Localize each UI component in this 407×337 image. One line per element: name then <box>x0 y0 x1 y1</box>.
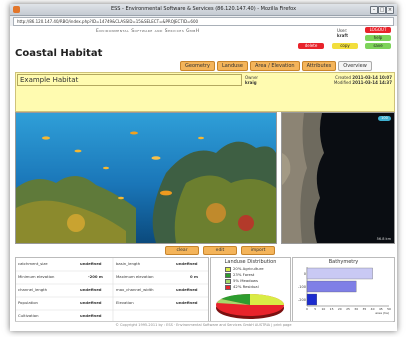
map-zoom-button[interactable]: 100 <box>378 116 391 121</box>
legend-agriculture: 20% Agriculture <box>225 266 264 272</box>
bathymetry-panel: Bathymetry 0 -100 -200 0 5 10 15 20 25 30 35 40 45 50… <box>292 257 395 322</box>
tab-attributes[interactable]: Attributes <box>301 61 337 71</box>
habitat-name-field[interactable]: Example Habitat <box>17 74 242 86</box>
maximize-icon[interactable]: □ <box>378 6 386 14</box>
stat-value: 0 m <box>190 274 198 279</box>
stat-value: undefined <box>80 300 102 305</box>
owner-value: kraig <box>245 80 257 85</box>
stat-value: undefined <box>80 261 102 266</box>
bar <box>306 267 373 280</box>
stat-key: channel_length <box>18 287 48 292</box>
url-field[interactable]: http://86.120.147.40/RBO/index.php?ID=14… <box>13 17 394 26</box>
stat-value: undefined <box>80 313 102 318</box>
user-name: kraft <box>337 33 348 38</box>
footer-text: © Copyright 1995-2011 by : ESS · Environ… <box>115 323 292 327</box>
x-tick-label: 0 <box>306 307 308 311</box>
page-title: Coastal Habitat <box>15 48 103 59</box>
satellite-map[interactable]: 100 56.8 km <box>281 112 395 244</box>
stat-key: catchment_size <box>18 261 48 266</box>
x-tick-label: 20 <box>338 307 342 311</box>
x-tick-label: 30 <box>354 307 358 311</box>
legend-forest: 23% Forest <box>225 272 254 278</box>
bar <box>306 293 317 306</box>
x-tick-label: 5 <box>314 307 316 311</box>
landuse-panel: Landuse Distribution 20% Agriculture 23%… <box>210 257 291 322</box>
swatch-icon <box>225 278 231 284</box>
delete-button[interactable]: delete <box>298 43 324 49</box>
legend-label: 5% Meadows <box>233 278 258 283</box>
map-scale: 56.8 km <box>376 237 391 241</box>
stat-value: undefined <box>176 300 198 305</box>
stat-value: -200 m <box>88 274 103 279</box>
y-tick-label: -100 <box>298 285 306 289</box>
action-buttons: clear edit import <box>165 246 275 255</box>
legend-label: 23% Forest <box>233 272 255 277</box>
y-tick-label: 0 <box>304 272 306 276</box>
legend-label: 20% Agriculture <box>233 266 264 271</box>
habitat-photo <box>15 112 277 244</box>
save-button[interactable]: save <box>365 43 391 49</box>
brand-text: Environmental Software and Services GmbH <box>96 29 200 34</box>
modified-label: Modified <box>333 80 351 85</box>
clear-button[interactable]: clear <box>165 246 199 255</box>
browser-window: ESS - Environmental Software & Services … <box>10 4 397 331</box>
y-tick-label: -200 <box>298 298 306 302</box>
tab-area-elevation[interactable]: Area / Elevation <box>249 61 300 71</box>
tab-geometry[interactable]: Geometry <box>180 61 215 71</box>
window-title: ESS - Environmental Software & Services … <box>110 6 297 12</box>
legend-label: 42% Residual <box>233 284 259 289</box>
owner-info: Owner kraig <box>245 75 258 85</box>
stat-value: undefined <box>176 261 198 266</box>
x-tick-label: 10 <box>321 307 325 311</box>
stat-key: Maximum elevation <box>116 274 154 279</box>
swatch-icon <box>225 272 231 278</box>
x-axis-label: area (ha) <box>375 311 389 315</box>
close-icon[interactable]: × <box>386 6 394 14</box>
bar <box>306 280 357 293</box>
edit-button[interactable]: edit <box>203 246 237 255</box>
tab-bar: Geometry Landuse Area / Elevation Attrib… <box>180 61 372 71</box>
user-box: User: kraft <box>337 28 348 38</box>
swatch-icon <box>225 284 231 290</box>
landuse-pie <box>216 293 284 319</box>
minimize-icon[interactable]: – <box>370 6 378 14</box>
tab-landuse[interactable]: Landuse <box>216 61 248 71</box>
map-image <box>282 113 394 243</box>
page: Environmental Software and Services GmbH… <box>10 26 397 331</box>
stat-key: Elevation <box>116 300 134 305</box>
habitat-header: Example Habitat Owner kraig Created 2011… <box>15 72 395 112</box>
x-tick-label: 35 <box>362 307 366 311</box>
import-button[interactable]: import <box>241 246 275 255</box>
attributes-table: catchment_size undefined basin_length un… <box>15 257 209 322</box>
legend-residual: 42% Residual <box>225 284 259 290</box>
x-tick-label: 40 <box>371 307 375 311</box>
x-tick-label: 25 <box>346 307 350 311</box>
stat-key: basin_length <box>116 261 141 266</box>
stat-key: Cultivation <box>18 313 39 318</box>
stat-value: undefined <box>80 287 102 292</box>
x-tick-label: 15 <box>330 307 334 311</box>
stat-key: Population <box>18 300 38 305</box>
copy-button[interactable]: copy <box>332 43 358 49</box>
title-bar: ESS - Environmental Software & Services … <box>10 4 397 16</box>
help-button[interactable]: help <box>365 35 391 41</box>
stat-value: undefined <box>176 287 198 292</box>
legend-meadows: 5% Meadows <box>225 278 258 284</box>
footer-divider <box>15 321 393 322</box>
stat-key: max_channel_width <box>116 287 154 292</box>
bathymetry-chart: 0-100-2000 5 10 15 20 25 30 35 40 45 50area (ha) <box>298 267 391 315</box>
modified-value: 2011-03-14 14:37 <box>352 80 392 85</box>
stat-key: Minimum elevation <box>18 274 55 279</box>
landuse-title: Landuse Distribution <box>224 259 277 265</box>
date-info: Created 2011-03-14 10:07 Modified 2011-0… <box>334 75 392 85</box>
reef-image <box>16 113 276 243</box>
tab-overview[interactable]: Overview <box>338 61 372 71</box>
swatch-icon <box>225 266 231 272</box>
logout-button[interactable]: LOGOUT <box>365 27 391 33</box>
